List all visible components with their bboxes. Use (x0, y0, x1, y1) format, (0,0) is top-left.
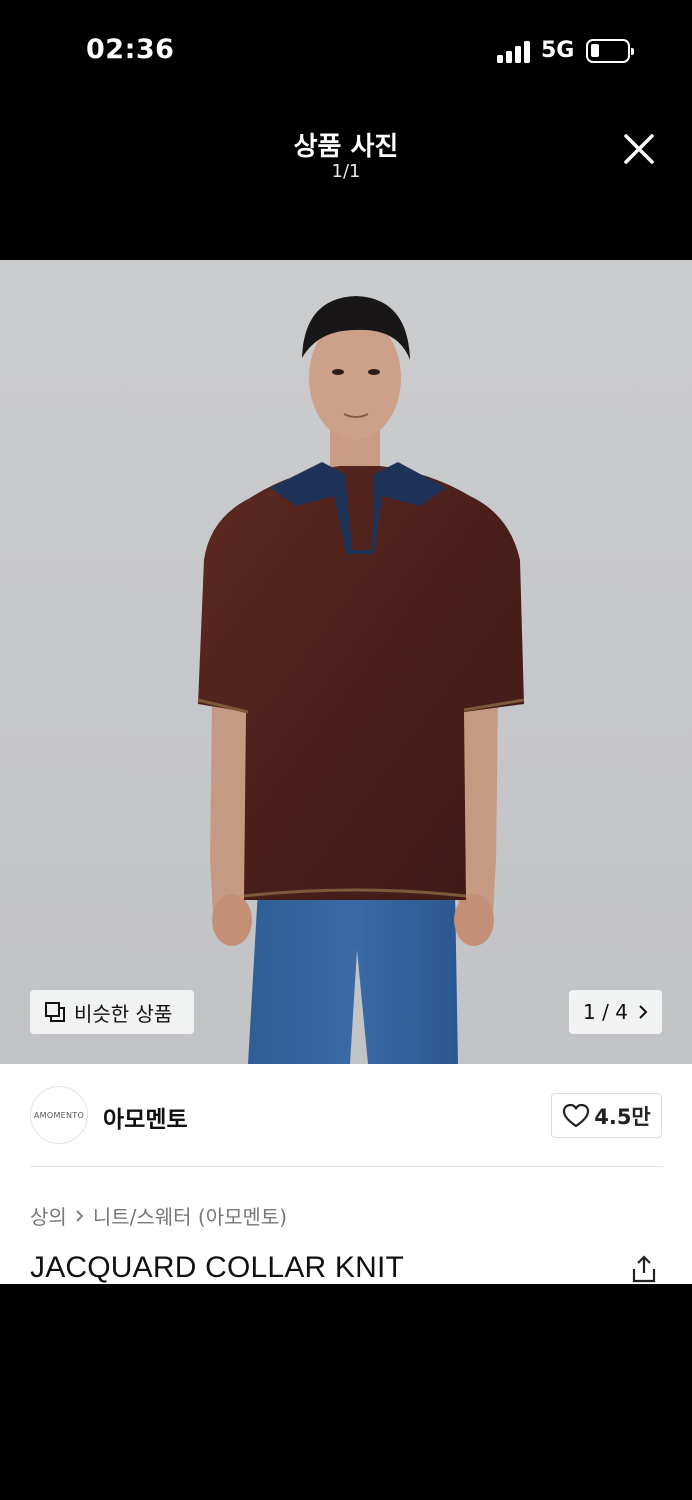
brand-logo[interactable]: AMOMENTO (30, 1086, 88, 1144)
heart-icon (563, 1103, 590, 1127)
copy-icon (45, 1002, 65, 1022)
chevron-right-icon (76, 1209, 84, 1222)
close-button[interactable] (618, 128, 660, 170)
breadcrumb-subcategory[interactable]: 니트/스웨터 (아모멘토) (93, 1201, 287, 1230)
chevron-right-icon (639, 1005, 648, 1019)
model-photo (0, 260, 692, 1064)
status-time: 02:36 (86, 34, 175, 65)
battery-icon (586, 39, 634, 63)
brand-logo-text: AMOMENTO (33, 1110, 85, 1120)
divider (30, 1166, 662, 1167)
signal-icon (497, 41, 531, 63)
close-icon (624, 134, 654, 164)
like-button[interactable]: 4.5만 (551, 1093, 662, 1138)
share-icon (632, 1255, 656, 1283)
brand-name[interactable]: 아모멘토 (103, 1100, 188, 1134)
breadcrumb: 상의 니트/스웨터 (아모멘토) (30, 1201, 287, 1230)
product-info-panel: AMOMENTO 아모멘토 4.5만 상의 니트/스웨터 (아모멘토) JACQ… (0, 1064, 692, 1284)
product-image[interactable]: 비슷한 상품 1 / 4 (0, 260, 692, 1064)
image-page-text: 1 / 4 (583, 1000, 628, 1024)
status-bar: 02:36 5G (0, 0, 692, 100)
image-page-indicator[interactable]: 1 / 4 (569, 990, 662, 1034)
network-type: 5G (541, 38, 575, 63)
viewer-counter: 1/1 (331, 161, 361, 182)
similar-items-label: 비슷한 상품 (74, 1001, 173, 1026)
similar-items-button[interactable]: 비슷한 상품 (30, 990, 194, 1034)
viewer-title: 상품 사진 (293, 132, 399, 162)
share-button[interactable] (629, 1254, 659, 1284)
viewer-header: 상품 사진 1/1 (0, 100, 692, 260)
product-name: JACQUARD COLLAR KNIT (30, 1251, 405, 1284)
breadcrumb-category[interactable]: 상의 (30, 1201, 67, 1230)
like-count: 4.5만 (594, 1104, 651, 1129)
